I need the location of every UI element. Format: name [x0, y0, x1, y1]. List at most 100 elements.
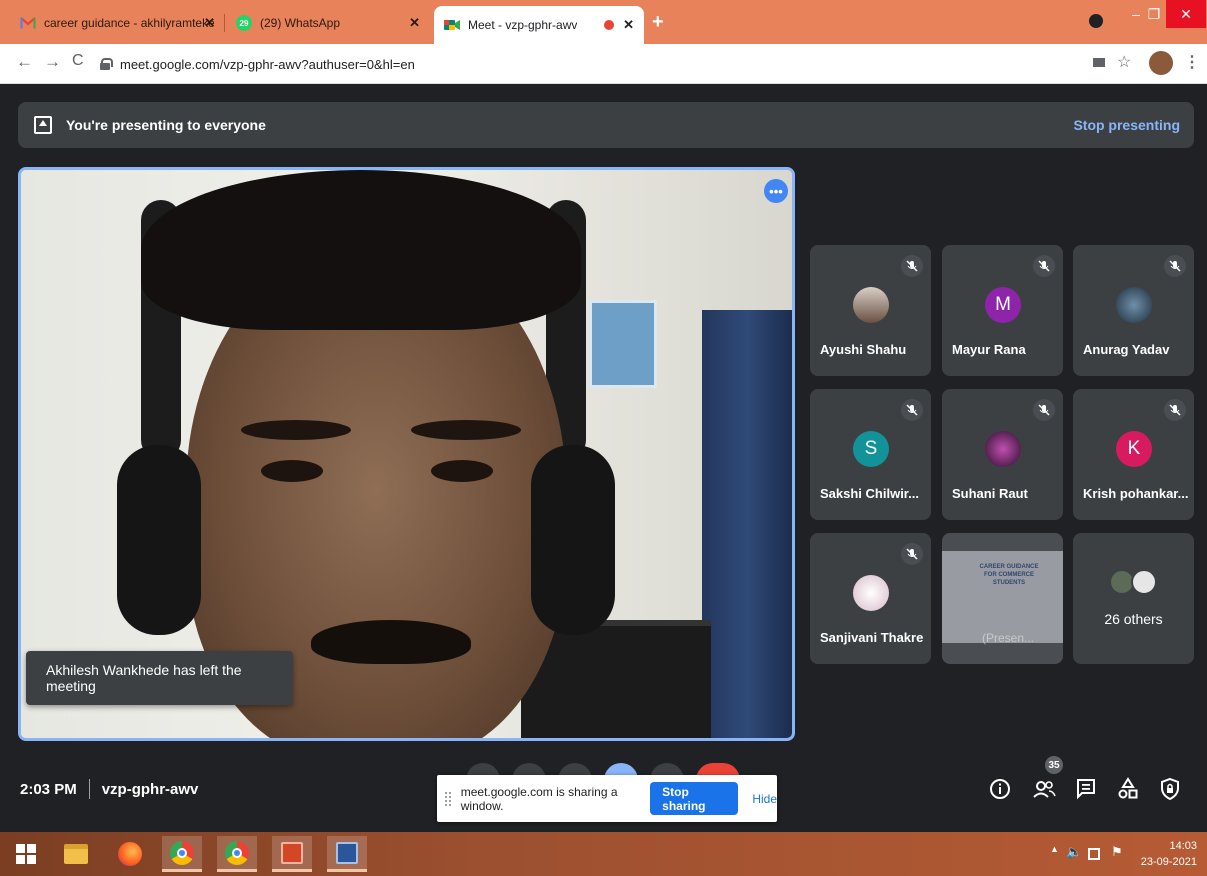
avatar	[853, 287, 889, 323]
forward-icon[interactable]: →	[44, 52, 61, 72]
tab-title: career guidance - akhilyramteke@	[44, 16, 214, 30]
windows-icon	[16, 844, 36, 864]
wall-poster	[589, 300, 657, 388]
firefox-button[interactable]	[110, 836, 150, 872]
reload-icon[interactable]: C	[72, 52, 84, 70]
close-tab-icon[interactable]: ✕	[204, 15, 215, 31]
close-window-icon[interactable]: ✕	[1166, 0, 1206, 28]
tab-whatsapp[interactable]: 29 (29) WhatsApp ✕	[226, 8, 430, 38]
profile-menu-icon[interactable]	[1089, 14, 1103, 28]
curtain	[702, 310, 792, 738]
hide-button[interactable]: Hide	[752, 792, 777, 806]
mic-off-icon	[1164, 399, 1186, 421]
host-controls-icon[interactable]	[1157, 776, 1183, 802]
eyebrow	[411, 420, 521, 440]
close-tab-icon[interactable]: ✕	[409, 15, 420, 31]
firefox-icon	[118, 842, 142, 866]
chat-icon[interactable]	[1073, 776, 1099, 802]
start-button[interactable]	[6, 836, 46, 872]
you-label: You	[60, 705, 84, 720]
show-hidden-icons-icon[interactable]: ▲	[1050, 844, 1059, 854]
back-icon[interactable]: ←	[16, 52, 33, 72]
participant-name: Ayushi Shahu	[820, 342, 907, 357]
avatar: S	[853, 431, 889, 467]
avatar	[985, 431, 1021, 467]
gmail-icon	[20, 15, 36, 31]
action-center-flag-icon[interactable]: ⚑	[1111, 844, 1123, 860]
avatar	[853, 575, 889, 611]
people-icon[interactable]	[1031, 776, 1057, 802]
tab-separator	[224, 14, 225, 32]
avatar: M	[985, 287, 1021, 323]
powerpoint-icon	[281, 841, 303, 864]
meeting-info-icon[interactable]	[987, 776, 1013, 802]
chrome-icon	[225, 840, 249, 865]
address-bar[interactable]: meet.google.com/vzp-gphr-awv?authuser=0&…	[100, 50, 1100, 78]
mic-off-icon	[1033, 255, 1055, 277]
browser-toolbar: ← → C meet.google.com/vzp-gphr-awv?authu…	[0, 44, 1207, 84]
volume-icon[interactable]: 🔈	[1066, 844, 1082, 860]
others-tile[interactable]: 26 others	[1073, 533, 1194, 664]
kebab-menu-icon[interactable]: ⋮	[1184, 52, 1200, 72]
mic-off-icon	[1033, 399, 1055, 421]
participant-tile[interactable]: S Sakshi Chilwir...	[810, 389, 931, 520]
eyebrow	[241, 420, 351, 440]
tab-title: (29) WhatsApp	[260, 16, 341, 30]
participant-name: Anurag Yadav	[1083, 342, 1170, 357]
person-hair	[141, 170, 581, 330]
participant-name: Sanjivani Thakre	[820, 630, 924, 645]
meeting-code[interactable]: vzp-gphr-awv	[102, 781, 199, 798]
word-button[interactable]	[327, 836, 367, 872]
word-icon	[336, 841, 358, 864]
camera-in-use-icon[interactable]	[1093, 58, 1105, 67]
presenting-banner: You're presenting to everyone Stop prese…	[18, 102, 1194, 148]
participant-tile[interactable]: M Mayur Rana	[942, 245, 1063, 376]
stop-presenting-button[interactable]: Stop presenting	[1073, 117, 1180, 133]
more-options-button[interactable]: •••	[764, 179, 788, 203]
avatar[interactable]	[1149, 51, 1173, 75]
participant-tile[interactable]: Suhani Raut	[942, 389, 1063, 520]
divider	[88, 779, 90, 799]
meeting-details: 2:03 PM vzp-gphr-awv	[20, 779, 198, 799]
presenting-text: You're presenting to everyone	[66, 117, 266, 133]
mic-off-icon	[901, 255, 923, 277]
participant-tile[interactable]: Anurag Yadav	[1073, 245, 1194, 376]
lock-icon	[100, 58, 113, 70]
bookmark-star-icon[interactable]: ☆	[1117, 52, 1131, 72]
chrome-button[interactable]	[162, 836, 202, 872]
mic-off-icon	[901, 399, 923, 421]
participant-name: Sakshi Chilwir...	[820, 486, 919, 501]
drag-handle[interactable]	[445, 791, 451, 806]
mic-off-icon	[1164, 255, 1186, 277]
participant-name: Krish pohankar...	[1083, 486, 1189, 501]
folder-icon	[64, 844, 88, 864]
participant-tile[interactable]: Ayushi Shahu	[810, 245, 931, 376]
windows-taskbar: ▲ 🔈 ⚑ 14:03 23-09-2021	[0, 832, 1207, 876]
new-tab-button[interactable]: +	[652, 11, 664, 34]
presentation-label: (Presen...	[982, 631, 1035, 645]
system-clock[interactable]: 14:03 23-09-2021	[1141, 838, 1197, 870]
close-tab-icon[interactable]: ✕	[623, 17, 634, 33]
meet-icon	[444, 17, 460, 33]
avatar	[1116, 287, 1152, 323]
restore-icon[interactable]: ❐	[1142, 0, 1166, 28]
headphone-earcup	[531, 445, 615, 635]
screen-share-notification: meet.google.com is sharing a window. Sto…	[437, 775, 777, 822]
network-icon[interactable]	[1088, 848, 1100, 860]
file-explorer-button[interactable]	[56, 836, 96, 872]
chrome-button[interactable]	[217, 836, 257, 872]
whatsapp-icon: 29	[236, 15, 252, 31]
stop-sharing-button[interactable]: Stop sharing	[650, 782, 739, 815]
tab-meet[interactable]: Meet - vzp-gphr-awv ✕	[434, 6, 644, 44]
presentation-tile[interactable]: CAREER GUIDANCE FOR COMMERCE STUDENTS (P…	[942, 533, 1063, 664]
shared-slide-thumbnail: CAREER GUIDANCE FOR COMMERCE STUDENTS	[942, 551, 1063, 643]
tab-gmail[interactable]: career guidance - akhilyramteke@ ✕	[10, 8, 225, 38]
participant-name: Mayur Rana	[952, 342, 1026, 357]
moustache	[311, 620, 471, 664]
eye	[431, 460, 493, 482]
powerpoint-button[interactable]	[272, 836, 312, 872]
participant-tile[interactable]: K Krish pohankar...	[1073, 389, 1194, 520]
activities-icon[interactable]	[1115, 776, 1141, 802]
participant-tile[interactable]: Sanjivani Thakre	[810, 533, 931, 664]
tab-title: Meet - vzp-gphr-awv	[468, 18, 578, 32]
